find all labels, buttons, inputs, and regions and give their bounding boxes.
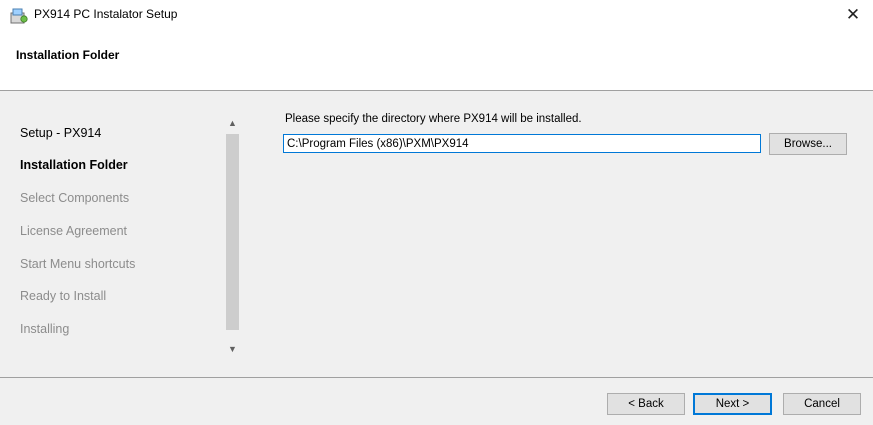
page-header: Installation Folder — [0, 30, 873, 91]
step-select-components: Select Components — [20, 191, 130, 205]
installer-icon — [10, 8, 28, 24]
step-installing: Installing — [20, 322, 70, 336]
chevron-down-icon: ▼ — [228, 344, 237, 354]
install-path-input[interactable] — [283, 134, 761, 153]
title-bar: PX914 PC Instalator Setup ✕ — [0, 0, 873, 30]
window-title: PX914 PC Instalator Setup — [34, 7, 178, 21]
steps-list: Setup - PX914 Installation Folder Select… — [8, 110, 240, 358]
next-button[interactable]: Next > — [693, 393, 772, 415]
browse-button[interactable]: Browse... — [769, 133, 847, 155]
close-icon: ✕ — [845, 5, 861, 24]
step-installation-folder: Installation Folder — [20, 158, 128, 172]
scroll-thumb[interactable] — [226, 134, 239, 330]
steps-scrollbar[interactable]: ▲ ▼ — [224, 114, 241, 358]
scroll-down-button[interactable]: ▼ — [224, 340, 241, 358]
scroll-up-button[interactable]: ▲ — [224, 114, 241, 132]
chevron-up-icon: ▲ — [228, 118, 237, 128]
page-title: Installation Folder — [16, 48, 120, 62]
step-setup: Setup - PX914 — [20, 126, 102, 140]
step-license-agreement: License Agreement — [20, 224, 128, 238]
footer-divider — [0, 377, 873, 378]
step-ready-to-install: Ready to Install — [20, 289, 107, 303]
back-button[interactable]: < Back — [607, 393, 685, 415]
close-button[interactable]: ✕ — [833, 0, 873, 30]
step-start-menu-shortcuts: Start Menu shortcuts — [20, 257, 136, 271]
cancel-button[interactable]: Cancel — [783, 393, 861, 415]
directory-prompt: Please specify the directory where PX914… — [285, 113, 582, 125]
